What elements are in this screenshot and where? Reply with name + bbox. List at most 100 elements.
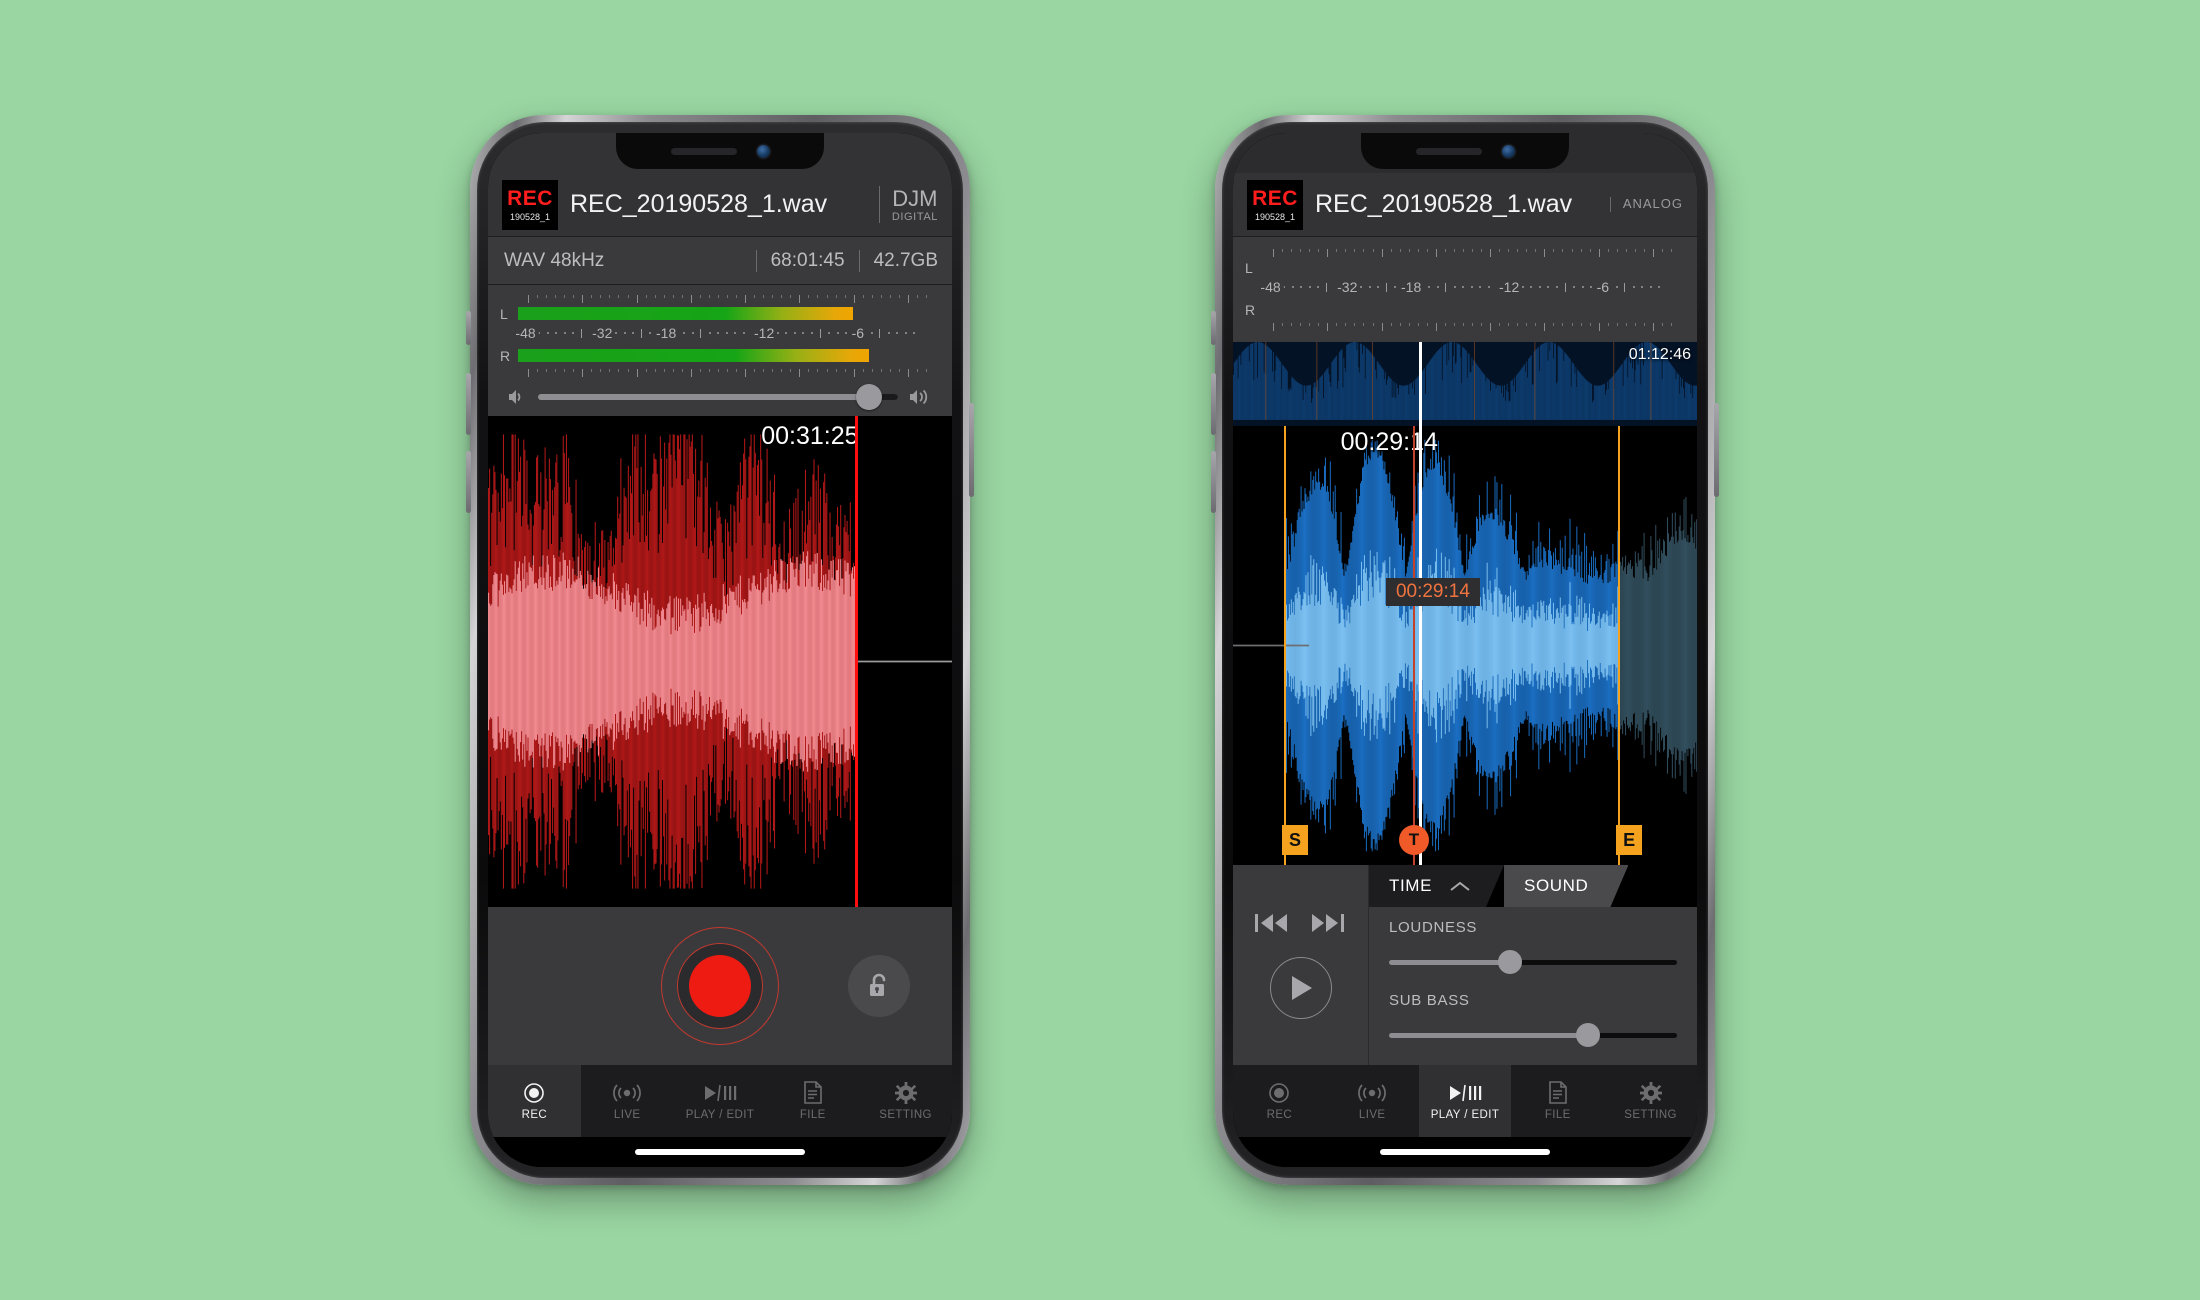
rec-badge-title: REC — [1252, 186, 1298, 210]
phone-device-play-edit: REC 190528_1 REC_20190528_1.wav ANALOG L — [1211, 115, 1719, 1185]
start-marker[interactable]: S — [1282, 825, 1309, 855]
meter-ticks-top — [528, 293, 927, 303]
start-region-line[interactable] — [1284, 426, 1287, 865]
earpiece-speaker-icon — [1415, 147, 1482, 155]
nav-item-play-edit[interactable]: PLAY / EDIT — [1418, 1065, 1512, 1137]
sub-bass-slider[interactable] — [1389, 1023, 1677, 1047]
skip-back-icon[interactable] — [1254, 911, 1292, 935]
unlock-icon — [870, 973, 886, 996]
t-marker-line[interactable] — [1412, 426, 1415, 865]
nav-item-label: REC — [1266, 1108, 1293, 1121]
overview-playhead — [1418, 342, 1422, 426]
power-button[interactable] — [1714, 403, 1719, 497]
app-header: REC 190528_1 REC_20190528_1.wav DJM DIGI… — [488, 173, 952, 237]
playback-controls: TIME SOUND LOUDNESS SUB BASS — [1233, 865, 1697, 1065]
nav-item-label: REC — [521, 1108, 548, 1121]
nav-item-rec[interactable]: REC — [1233, 1065, 1326, 1137]
input-source-name: DJM — [892, 185, 938, 211]
loudness-knob[interactable] — [1497, 950, 1522, 974]
app-play-edit: REC 190528_1 REC_20190528_1.wav ANALOG L — [1233, 133, 1697, 1167]
nav-item-file[interactable]: FILE — [1511, 1065, 1604, 1137]
skip-buttons — [1254, 911, 1348, 935]
home-indicator[interactable] — [635, 1149, 805, 1155]
waveform-overview[interactable]: 01:12:46 — [1233, 342, 1697, 426]
skip-forward-icon[interactable] — [1310, 911, 1348, 935]
overview-canvas — [1233, 342, 1697, 420]
monitor-volume-slider[interactable] — [538, 384, 898, 410]
home-indicator[interactable] — [1380, 1149, 1550, 1155]
earpiece-speaker-icon — [670, 147, 737, 155]
sub-bass-knob[interactable] — [1575, 1023, 1600, 1047]
tab-sound[interactable]: SOUND — [1504, 865, 1628, 907]
unlock-button[interactable] — [848, 955, 910, 1017]
record-controls — [488, 907, 952, 1065]
nav-item-setting[interactable]: SETTING — [859, 1065, 952, 1137]
playhead[interactable] — [1418, 426, 1422, 865]
free-storage: 42.7GB — [858, 249, 952, 272]
nav-item-label: LIVE — [1358, 1108, 1386, 1121]
volume-down-button[interactable] — [466, 451, 471, 513]
record-circle-icon — [523, 1082, 545, 1104]
audio-format: WAV 48kHz — [504, 249, 605, 271]
transport-controls — [1233, 865, 1369, 1065]
nav-item-label: PLAY / EDIT — [685, 1108, 755, 1121]
screenshot-canvas: REC 190528_1 REC_20190528_1.wav DJM DIGI… — [0, 0, 2200, 1300]
volume-down-button[interactable] — [1211, 451, 1216, 513]
record-circle-icon — [1268, 1082, 1290, 1104]
end-region-line[interactable] — [1618, 426, 1621, 865]
home-indicator-area — [488, 1137, 952, 1167]
effects-panel: TIME SOUND LOUDNESS SUB BASS — [1369, 865, 1697, 1065]
play-icon — [1291, 976, 1312, 1000]
level-meters: L -48 -32 -18 -12 -6 R — [488, 285, 952, 416]
nav-item-live[interactable]: LIVE — [1326, 1065, 1419, 1137]
effects-tabs: TIME SOUND — [1369, 865, 1697, 907]
level-meters: L -48 -32 -18 -12 -6 R — [1233, 237, 1697, 342]
end-marker[interactable]: E — [1616, 825, 1643, 855]
phone-screen-rec: REC 190528_1 REC_20190528_1.wav DJM DIGI… — [488, 133, 952, 1167]
play-edit-icon — [701, 1082, 739, 1104]
meter-right-label: R — [1245, 301, 1256, 318]
t-marker[interactable]: T — [1398, 825, 1429, 855]
record-button[interactable] — [661, 927, 779, 1045]
nav-item-rec[interactable]: REC — [488, 1065, 581, 1137]
volume-up-button[interactable] — [1211, 373, 1216, 435]
editing-waveform[interactable]: 00:29:14 00:29:14 S T E — [1233, 426, 1697, 865]
recording-waveform[interactable]: 00:31:25 — [488, 416, 952, 907]
play-button[interactable] — [1269, 957, 1332, 1019]
power-button[interactable] — [969, 403, 974, 497]
nav-item-label: FILE — [1544, 1108, 1571, 1121]
mute-switch[interactable] — [466, 311, 471, 345]
document-icon — [803, 1081, 823, 1104]
loudness-slider[interactable] — [1389, 950, 1677, 974]
front-camera-icon — [1501, 144, 1515, 158]
input-source-tag[interactable]: DJM DIGITAL — [878, 185, 938, 224]
meter-left-fill — [518, 307, 853, 320]
input-source-type: DIGITAL — [891, 210, 938, 223]
volume-up-button[interactable] — [466, 373, 471, 435]
notch — [1361, 133, 1569, 169]
front-camera-icon — [756, 144, 770, 158]
document-icon — [1548, 1081, 1568, 1104]
chevron-up-icon — [1450, 881, 1470, 892]
volume-knob[interactable] — [856, 384, 883, 410]
file-name: REC_20190528_1.wav — [570, 190, 828, 218]
nav-item-file[interactable]: FILE — [766, 1065, 859, 1137]
rec-badge-subtitle: 190528_1 — [1254, 211, 1296, 222]
nav-item-play-edit[interactable]: PLAY / EDIT — [674, 1065, 767, 1137]
input-source-name: ANALOG — [1622, 196, 1683, 212]
nav-item-label: FILE — [799, 1108, 826, 1121]
nav-item-live[interactable]: LIVE — [581, 1065, 674, 1137]
meter-left-label: L — [500, 305, 508, 322]
nav-item-setting[interactable]: SETTING — [1604, 1065, 1697, 1137]
speaker-low-icon — [509, 390, 521, 404]
input-source-tag[interactable]: ANALOG — [1609, 196, 1683, 212]
tab-time-label: TIME — [1389, 876, 1433, 895]
tab-time[interactable]: TIME — [1369, 865, 1504, 907]
mute-switch[interactable] — [1211, 311, 1216, 345]
meter-left-track — [518, 307, 926, 320]
monitor-volume-row — [488, 376, 952, 410]
meter-left: L — [488, 305, 952, 322]
rec-file-badge: REC 190528_1 — [502, 179, 558, 230]
meter-right-track — [1263, 303, 1671, 316]
volume-track — [538, 394, 898, 400]
